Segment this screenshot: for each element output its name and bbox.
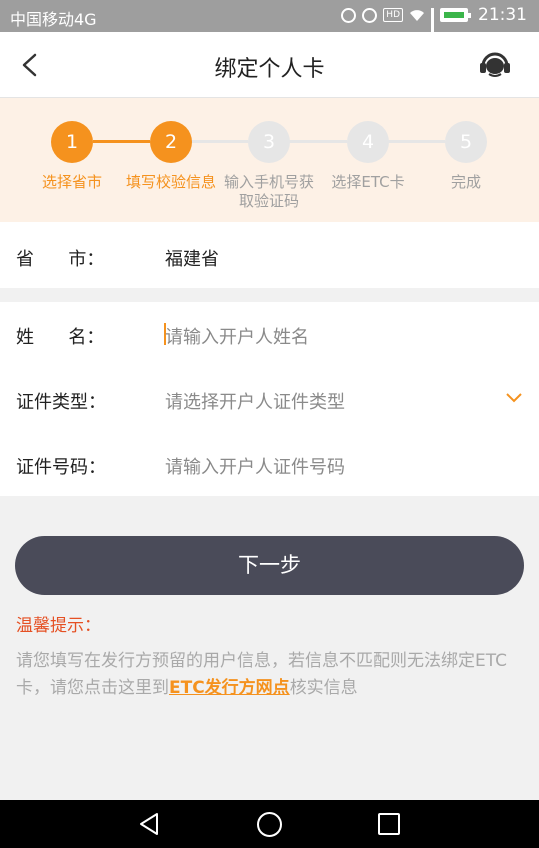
step-3-label: 输入手机号获取验证码 (223, 173, 314, 210)
page-title: 绑定个人卡 (214, 57, 325, 82)
data-saver-icon (341, 7, 357, 23)
step-5-circle: 5 (445, 121, 487, 163)
clock: 21:31 (478, 5, 527, 25)
tips-text: 请您填写在发行方预留的用户信息，若信息不匹配则无法绑定ETC卡，请您点击这里到E… (16, 648, 539, 702)
status-icons: HD 21:31 (341, 5, 527, 42)
step-2-circle: 2 (150, 121, 192, 163)
step-1-label: 选择省市 (41, 173, 102, 191)
province-row: 省 市： 福建省 (0, 222, 539, 288)
signal-icon (431, 8, 434, 42)
name-input[interactable]: 请输入开户人姓名 (165, 323, 309, 349)
province-label: 省 市： (16, 249, 105, 270)
step-connector (93, 140, 150, 143)
step-connector (289, 140, 347, 143)
step-3-circle: 3 (248, 121, 290, 163)
id-number-input[interactable]: 请输入开户人证件号码 (165, 453, 345, 479)
id-type-select[interactable]: 请选择开户人证件类型 (165, 388, 345, 414)
step-1-circle: 1 (51, 121, 93, 163)
step-5-label: 完成 (450, 173, 481, 191)
battery-icon (440, 8, 471, 22)
step-connector (388, 140, 445, 143)
step-4-circle: 4 (347, 121, 389, 163)
tips-title: 温馨提示： (16, 616, 101, 636)
verification-form: 姓 名： 请输入开户人姓名 证件类型： 请选择开户人证件类型 证件号码： 请输入… (0, 302, 539, 496)
carrier-label: 中国移动4G (10, 10, 97, 29)
nav-back-icon[interactable] (137, 812, 161, 836)
nav-home-icon[interactable] (257, 812, 282, 837)
status-bar: 中国移动4G HD 21:31 (0, 0, 539, 42)
nav-recent-icon[interactable] (378, 813, 400, 835)
step-2-label: 填写校验信息 (125, 173, 216, 191)
wifi-icon (410, 10, 424, 21)
next-button[interactable]: 下一步 (15, 536, 524, 595)
id-type-label: 证件类型： (16, 392, 106, 413)
progress-steps: 1 2 3 4 5 选择省市 填写校验信息 输入手机号获取验证码 选择ETC卡 … (0, 98, 539, 222)
hd-icon: HD (383, 8, 403, 22)
tips-text-after: 核实信息 (289, 678, 358, 698)
etc-outlet-link[interactable]: ETC发行方网点 (169, 678, 290, 698)
id-number-label: 证件号码： (16, 457, 106, 478)
app-header: 绑定个人卡 (0, 32, 539, 98)
step-4-label: 选择ETC卡 (331, 173, 405, 191)
chevron-down-icon[interactable] (505, 392, 523, 404)
system-nav-bar (0, 800, 539, 848)
name-label: 姓 名： (16, 327, 105, 348)
province-value: 福建省 (165, 249, 219, 270)
step-connector (191, 140, 248, 143)
headset-icon[interactable] (479, 50, 511, 80)
alarm-icon (362, 7, 378, 23)
